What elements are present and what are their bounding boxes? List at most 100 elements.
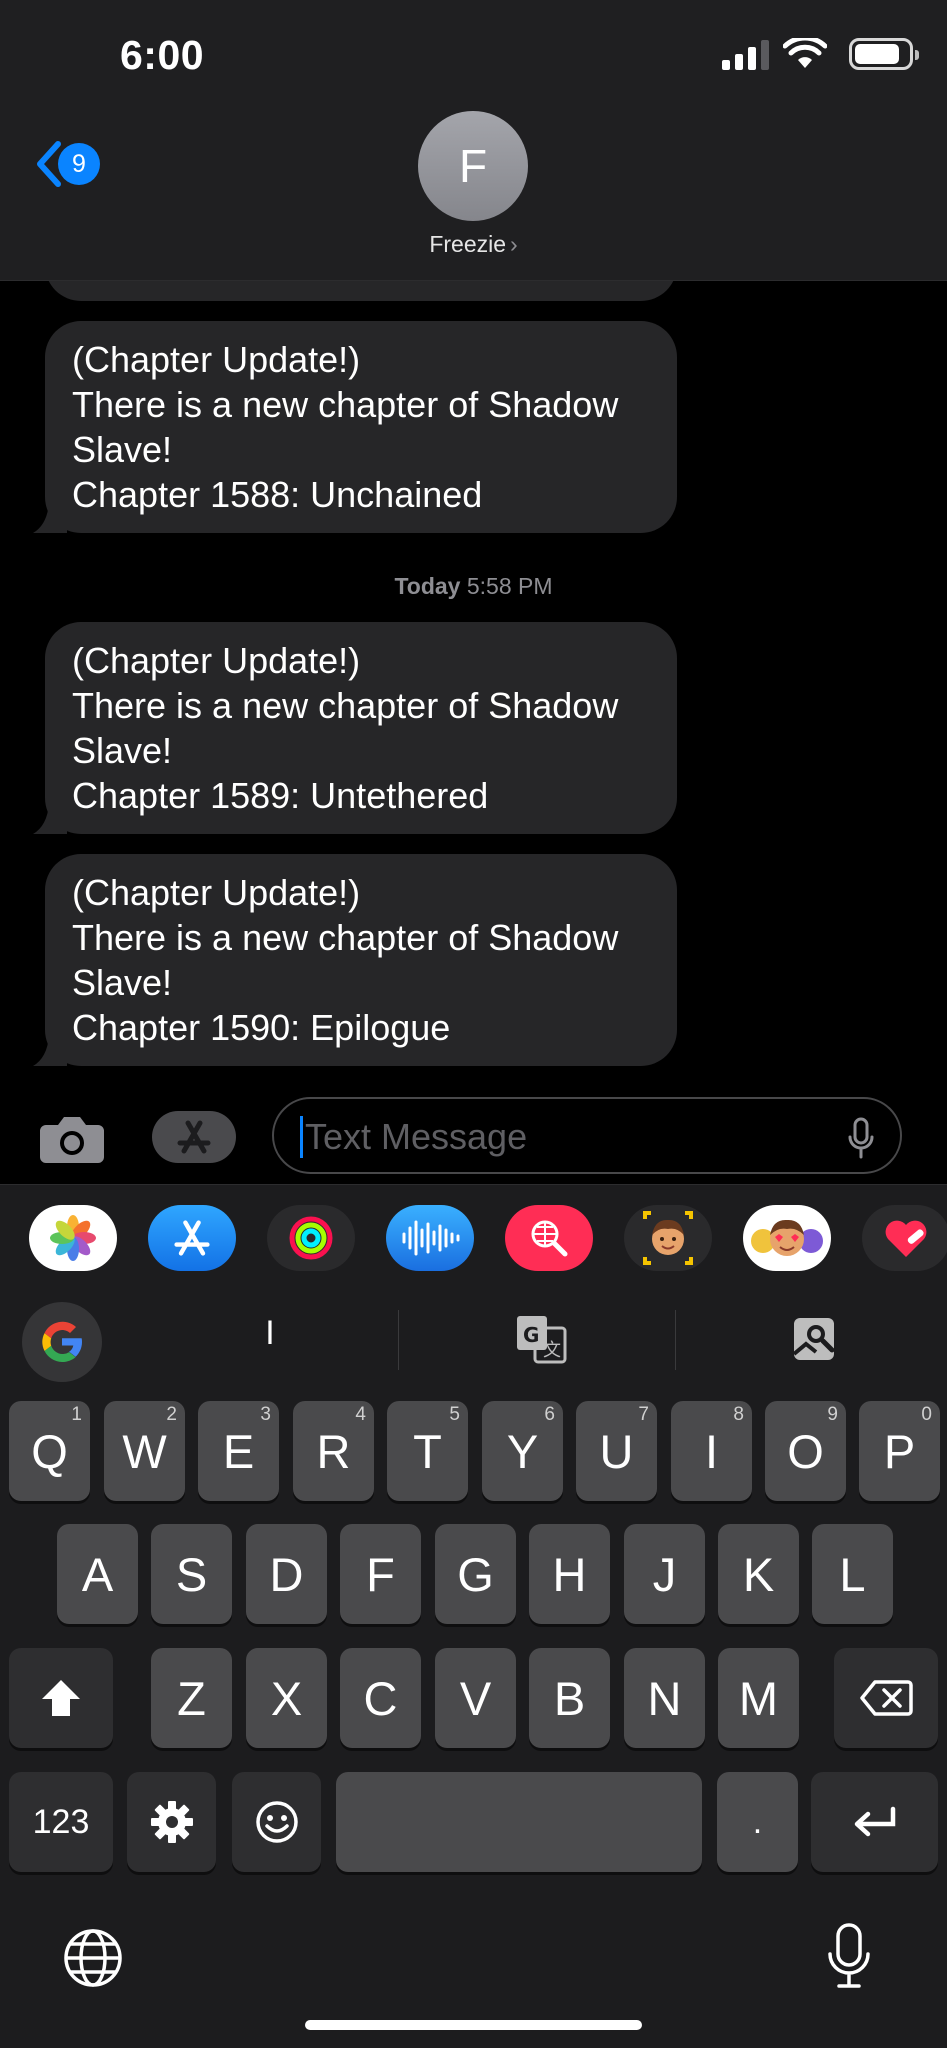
delete-key[interactable] [834, 1648, 938, 1748]
imessage-app-strip [0, 1184, 947, 1284]
shift-key[interactable] [9, 1648, 113, 1748]
key-m[interactable]: M [718, 1648, 799, 1748]
key-p[interactable]: P0 [859, 1401, 940, 1501]
status-time: 6:00 [120, 32, 205, 78]
emoji-key[interactable] [232, 1772, 321, 1872]
key-h[interactable]: H [529, 1524, 610, 1624]
key-o[interactable]: O9 [765, 1401, 846, 1501]
message-bubble[interactable]: (Chapter Update!) There is a new chapter… [33, 321, 677, 533]
bubble-tail [33, 804, 67, 834]
emoji-icon [255, 1801, 298, 1843]
key-t[interactable]: T5 [387, 1401, 468, 1501]
suggestion-bar: I G 文 [0, 1284, 947, 1400]
partial-message-bubble[interactable] [45, 281, 677, 301]
message-line: (Chapter Update!) [72, 872, 361, 913]
svg-text:G: G [523, 1323, 539, 1347]
settings-key[interactable] [127, 1772, 216, 1872]
message-line: Slave! [72, 962, 173, 1003]
suggestion-divider [675, 1310, 676, 1370]
key-s[interactable]: S [151, 1524, 232, 1624]
contact-name: Freezie [429, 231, 507, 257]
message-line: Chapter 1590: Epilogue [72, 1007, 451, 1048]
numbers-key[interactable]: 123 [9, 1772, 113, 1872]
battery-icon [849, 38, 919, 70]
activity-icon[interactable] [267, 1205, 355, 1271]
message-list[interactable]: (Chapter Update!) There is a new chapter… [0, 281, 947, 1091]
photos-icon[interactable] [29, 1205, 117, 1271]
memoji-stickers-icon[interactable] [743, 1205, 831, 1271]
key-j[interactable]: J [624, 1524, 705, 1624]
shift-icon [42, 1680, 80, 1716]
message-input-placeholder: Text Message [305, 1116, 528, 1157]
keyboard: I G 文 Q1 W2 E3 R4 T5 Y6 U7 I8 O9 P0 A S … [0, 1284, 947, 2048]
svg-text:文: 文 [543, 1340, 561, 1361]
message-timestamp: Today 5:58 PM [394, 573, 553, 599]
key-b[interactable]: B [529, 1648, 610, 1748]
search-globe-icon[interactable] [505, 1205, 593, 1271]
bubble-tail [33, 1036, 67, 1066]
bubble-tail [33, 503, 67, 533]
key-c[interactable]: C [340, 1648, 421, 1748]
memoji-icon[interactable] [624, 1205, 712, 1271]
key-l[interactable]: L [812, 1524, 893, 1624]
voice-memo-icon[interactable] [386, 1205, 474, 1271]
key-f[interactable]: F [340, 1524, 421, 1624]
back-button[interactable]: 9 [34, 140, 100, 188]
microphone-icon[interactable] [826, 1922, 872, 1990]
space-bar[interactable] [336, 1772, 702, 1872]
dictation-icon[interactable] [848, 1117, 874, 1159]
message-line: Slave! [72, 429, 173, 470]
key-n[interactable]: N [624, 1648, 705, 1748]
app-store-icon[interactable] [148, 1205, 236, 1271]
key-q[interactable]: Q1 [9, 1401, 90, 1501]
heart-sticker-icon[interactable] [862, 1205, 947, 1271]
app-store-button[interactable] [152, 1111, 236, 1163]
home-indicator[interactable] [305, 2020, 642, 2030]
gear-icon [150, 1801, 193, 1843]
key-g[interactable]: G [435, 1524, 516, 1624]
message-bubble[interactable]: (Chapter Update!) There is a new chapter… [33, 622, 677, 834]
cellular-signal-icon [722, 38, 769, 70]
key-d[interactable]: D [246, 1524, 327, 1624]
key-e[interactable]: E3 [198, 1401, 279, 1501]
key-x[interactable]: X [246, 1648, 327, 1748]
unread-count-badge: 9 [58, 143, 100, 185]
backspace-icon [860, 1680, 913, 1716]
return-icon [854, 1806, 895, 1837]
camera-icon[interactable] [38, 1113, 106, 1165]
translate-icon[interactable]: G 文 [515, 1314, 567, 1366]
suggestion-divider [398, 1310, 399, 1370]
google-g-icon [42, 1321, 82, 1362]
key-w[interactable]: W2 [104, 1401, 185, 1501]
key-z[interactable]: Z [151, 1648, 232, 1748]
message-line: There is a new chapter of Shadow [72, 917, 619, 958]
chevron-right-icon: › [510, 231, 518, 257]
message-line: Chapter 1589: Untethered [72, 775, 489, 816]
contact-name-button[interactable]: Freezie › [0, 231, 947, 258]
key-r[interactable]: R4 [293, 1401, 374, 1501]
key-y[interactable]: Y6 [482, 1401, 563, 1501]
google-button[interactable] [22, 1302, 102, 1382]
message-line: Chapter 1588: Unchained [72, 474, 483, 515]
message-input[interactable]: Text Message [272, 1097, 902, 1174]
return-key[interactable] [811, 1772, 938, 1872]
keyboard-bottom-bar [0, 1882, 947, 2048]
period-key[interactable]: . [717, 1772, 798, 1872]
message-line: (Chapter Update!) [72, 339, 361, 380]
message-line: (Chapter Update!) [72, 640, 361, 681]
word-suggestion[interactable]: I [140, 1314, 400, 1353]
key-i[interactable]: I8 [671, 1401, 752, 1501]
key-u[interactable]: U7 [576, 1401, 657, 1501]
status-icons [722, 38, 919, 70]
key-v[interactable]: V [435, 1648, 516, 1748]
globe-icon[interactable] [63, 1928, 123, 1988]
text-cursor [300, 1116, 303, 1158]
key-a[interactable]: A [57, 1524, 138, 1624]
message-bubble[interactable]: (Chapter Update!) There is a new chapter… [33, 854, 677, 1066]
wifi-icon [783, 38, 827, 68]
key-k[interactable]: K [718, 1524, 799, 1624]
lens-search-icon[interactable] [790, 1314, 838, 1364]
message-line: There is a new chapter of Shadow [72, 685, 619, 726]
contact-avatar[interactable]: F [418, 111, 528, 221]
compose-bar: Text Message [0, 1091, 947, 1184]
